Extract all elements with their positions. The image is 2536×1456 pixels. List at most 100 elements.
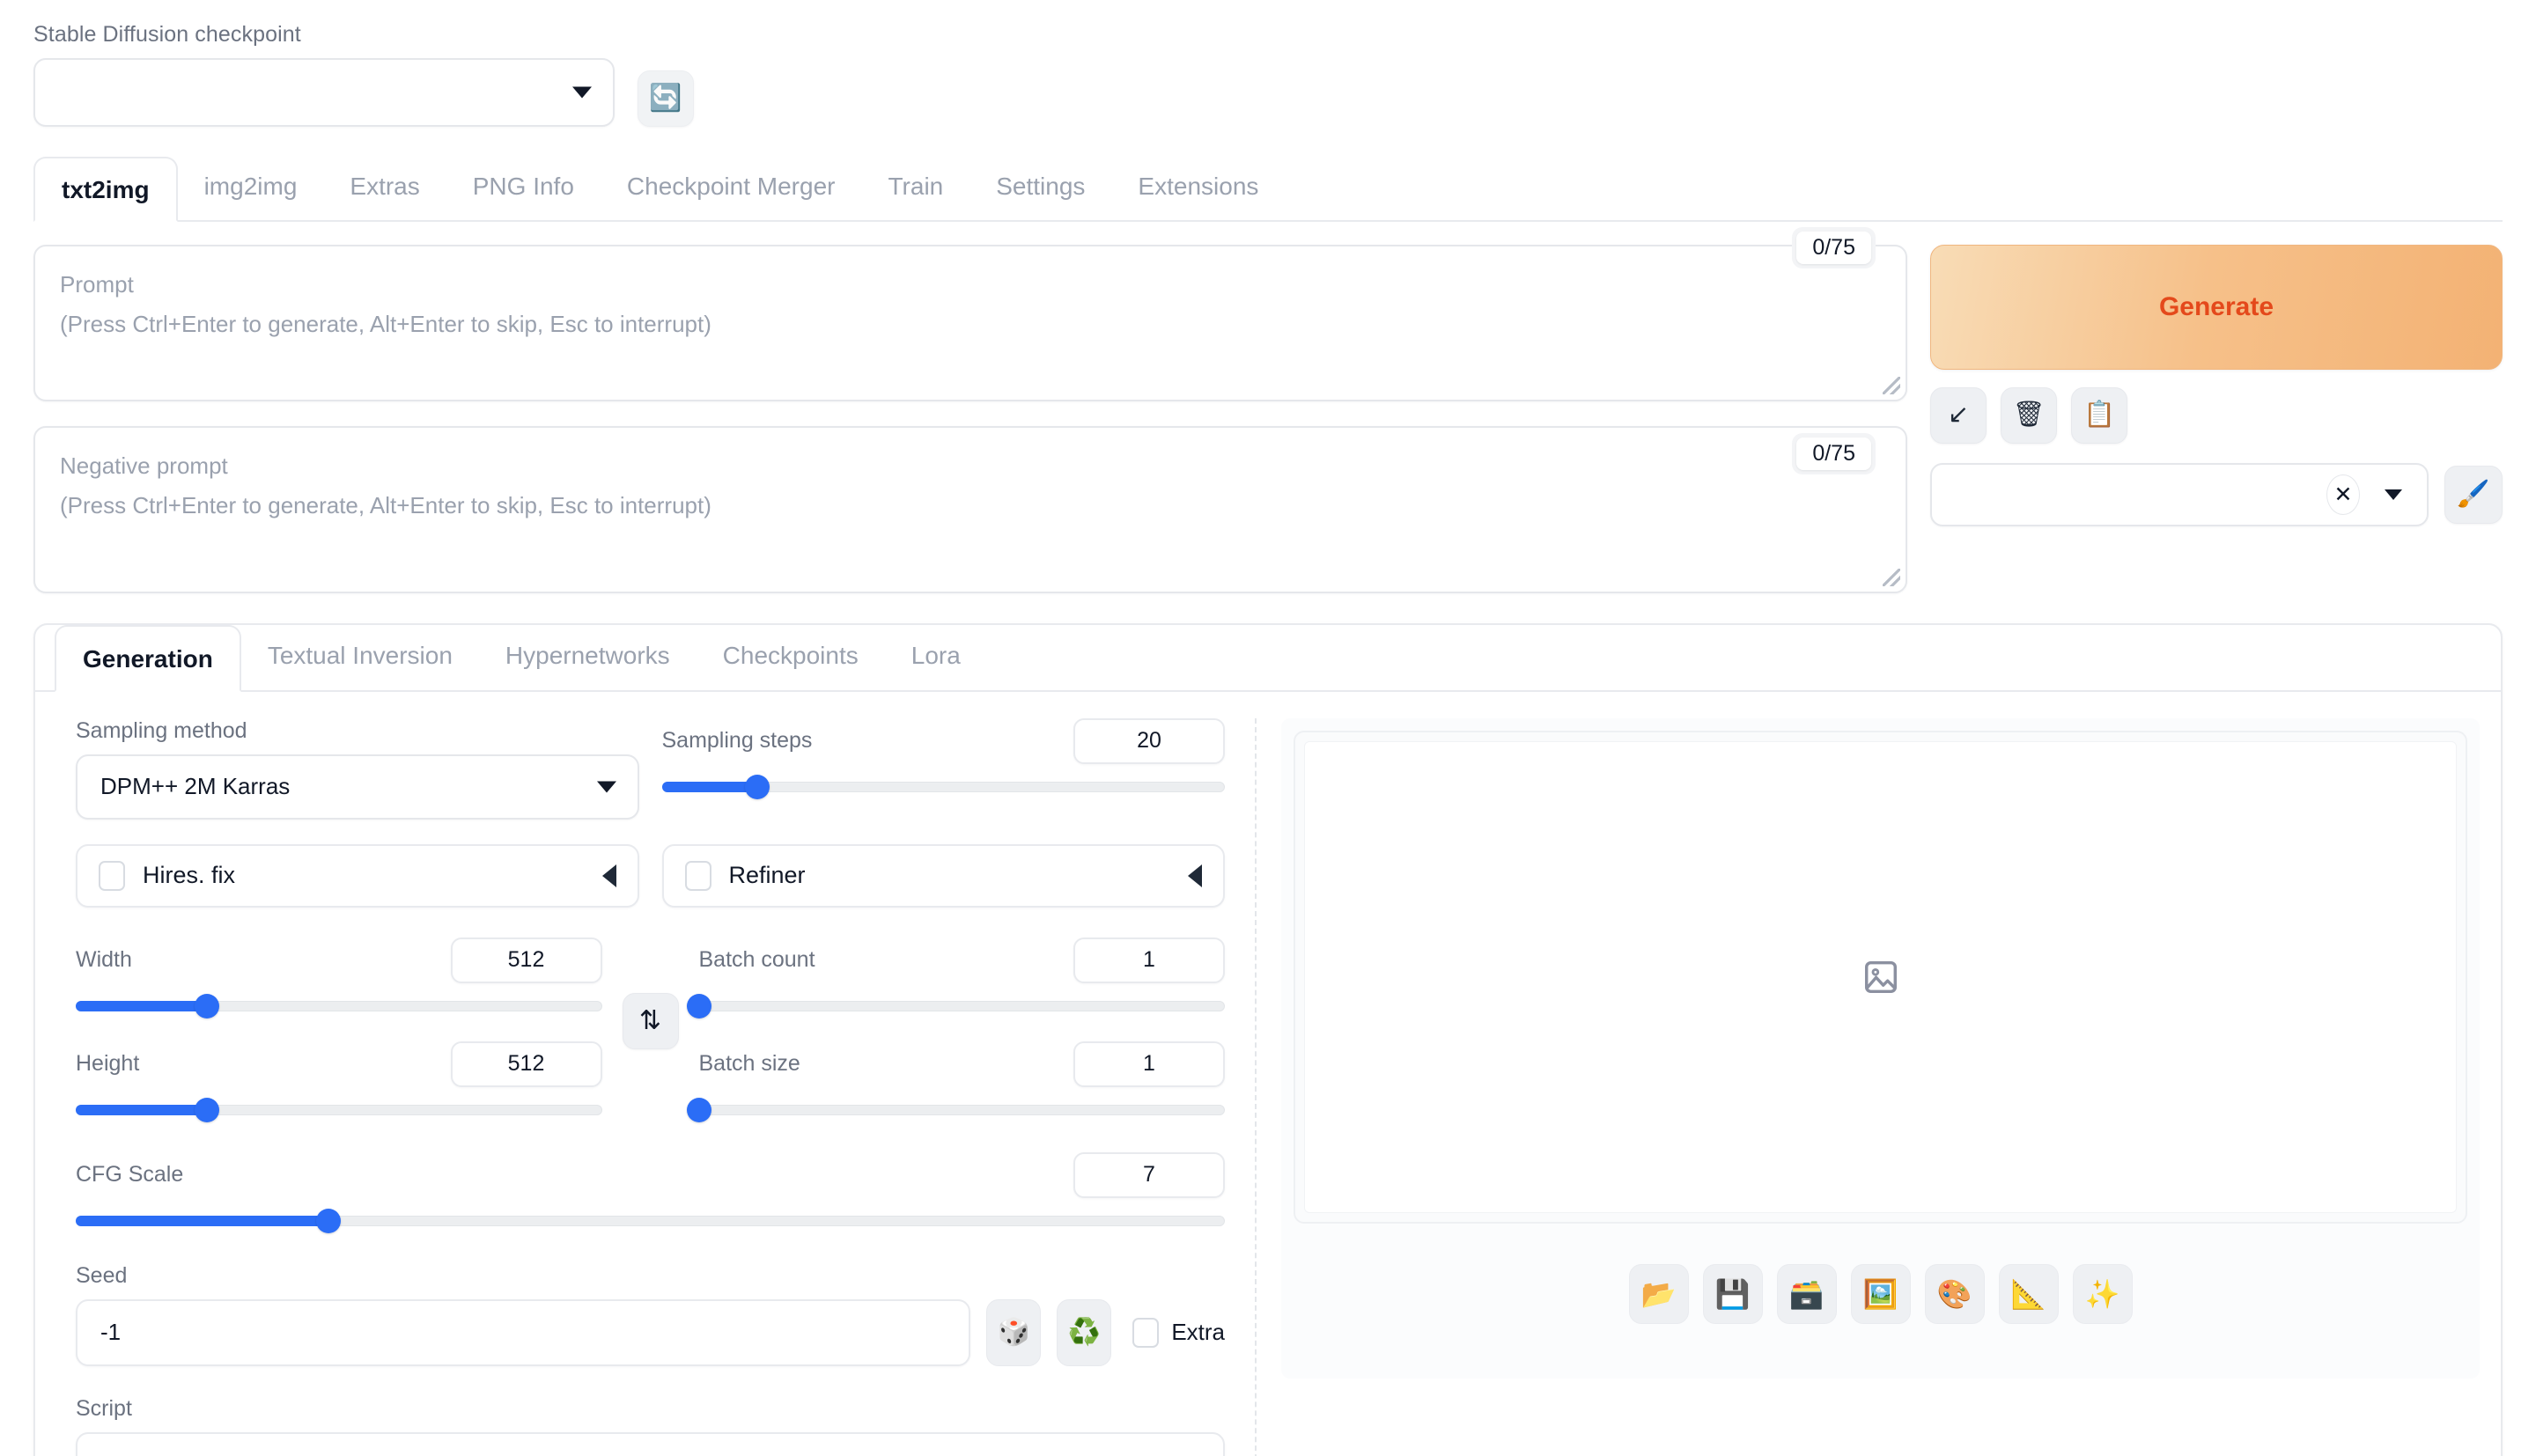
seed-extra-checkbox[interactable] bbox=[1132, 1317, 1160, 1348]
prompt-token-counter: 0/75 bbox=[1792, 226, 1876, 268]
height-slider[interactable] bbox=[76, 1096, 602, 1122]
slider-thumb[interactable] bbox=[745, 774, 770, 799]
send-to-extras-button[interactable]: 📐 bbox=[1998, 1263, 2059, 1324]
width-slider[interactable] bbox=[76, 992, 602, 1018]
sampling-method-group: Sampling method DPM++ 2M Karras bbox=[76, 718, 639, 820]
seed-group: Seed -1 🎲 ♻️ Extra bbox=[76, 1263, 1225, 1366]
chevron-down-icon bbox=[2385, 489, 2402, 500]
checkpoint-select[interactable] bbox=[33, 57, 615, 127]
sampling-steps-slider[interactable] bbox=[661, 773, 1225, 799]
main-tab-bar: txt2img img2img Extras PNG Info Checkpoi… bbox=[33, 155, 2503, 222]
slider-thumb[interactable] bbox=[195, 993, 220, 1018]
script-select[interactable]: None bbox=[76, 1431, 1225, 1456]
output-gallery[interactable] bbox=[1304, 740, 2457, 1213]
refiner-accordion[interactable]: Refiner bbox=[661, 843, 1225, 908]
chevron-left-icon[interactable] bbox=[1188, 864, 1202, 887]
tab-train[interactable]: Train bbox=[861, 155, 969, 220]
tab-png-info[interactable]: PNG Info bbox=[446, 155, 601, 220]
random-seed-button[interactable]: 🎲 bbox=[986, 1298, 1042, 1366]
slider-fill bbox=[661, 781, 758, 792]
slider-thumb[interactable] bbox=[195, 1097, 220, 1122]
read-generation-params-button[interactable]: 📋 bbox=[2071, 386, 2127, 444]
seed-label: Seed bbox=[76, 1262, 128, 1288]
batch-count-slider[interactable] bbox=[686, 992, 1225, 1018]
checkpoint-group: Stable Diffusion checkpoint bbox=[33, 22, 615, 127]
cfg-scale-label: CFG Scale bbox=[76, 1162, 184, 1187]
accordion-row: Hires. fix Refiner bbox=[76, 843, 1225, 908]
cfg-scale-slider[interactable] bbox=[76, 1207, 1225, 1233]
file-box-icon: 🗃️ bbox=[1788, 1277, 1825, 1310]
generate-button[interactable]: Generate bbox=[1930, 244, 2503, 370]
zip-button[interactable]: 🗃️ bbox=[1776, 1263, 1837, 1324]
refresh-icon: 🔄 bbox=[649, 83, 682, 113]
batch-size-value[interactable]: 1 bbox=[1073, 1041, 1225, 1087]
clear-styles-icon[interactable]: ✕ bbox=[2326, 474, 2360, 515]
controls-column: Sampling method DPM++ 2M Karras Sampling… bbox=[35, 717, 1255, 1456]
prompt-input[interactable]: Prompt (Press Ctrl+Enter to generate, Al… bbox=[33, 244, 1907, 401]
styles-dropdown[interactable]: ✕ bbox=[1930, 462, 2429, 526]
seed-extra-group: Extra bbox=[1132, 1317, 1225, 1348]
height-value[interactable]: 512 bbox=[450, 1041, 602, 1087]
dice-icon: 🎲 bbox=[997, 1318, 1030, 1347]
cfg-scale-value[interactable]: 7 bbox=[1073, 1151, 1225, 1198]
batch-size-slider[interactable] bbox=[686, 1096, 1225, 1122]
swap-dimensions-wrap: ⇅ bbox=[602, 938, 699, 1105]
slider-thumb[interactable] bbox=[686, 993, 711, 1018]
slider-thumb[interactable] bbox=[686, 1097, 711, 1122]
negative-prompt-input[interactable]: Negative prompt (Press Ctrl+Enter to gen… bbox=[33, 425, 1907, 593]
reuse-seed-button[interactable]: ♻️ bbox=[1057, 1298, 1112, 1366]
tab-extras[interactable]: Extras bbox=[323, 155, 446, 220]
output-gallery-shell bbox=[1294, 730, 2467, 1224]
open-folder-button[interactable]: 📂 bbox=[1628, 1263, 1689, 1324]
sampling-method-select[interactable]: DPM++ 2M Karras bbox=[76, 754, 639, 820]
resize-handle-icon[interactable] bbox=[1883, 568, 1900, 586]
seed-input[interactable]: -1 bbox=[76, 1298, 971, 1366]
send-to-img2img-button[interactable]: 🖼️ bbox=[1850, 1263, 1911, 1324]
chevron-down-icon bbox=[596, 781, 616, 792]
triangular-ruler-icon: 📐 bbox=[2010, 1277, 2046, 1310]
trash-icon: 🗑 bbox=[2012, 401, 2046, 429]
hires-fix-accordion[interactable]: Hires. fix bbox=[76, 843, 639, 908]
width-value[interactable]: 512 bbox=[450, 937, 602, 983]
sampling-steps-value[interactable]: 20 bbox=[1073, 717, 1225, 764]
refresh-checkpoints-button[interactable]: 🔄 bbox=[638, 70, 694, 127]
slider-fill bbox=[76, 1000, 208, 1011]
prompt-placeholder-hint: (Press Ctrl+Enter to generate, Alt+Enter… bbox=[60, 310, 711, 337]
batch-count-value[interactable]: 1 bbox=[1073, 937, 1225, 983]
prompt-placeholder-title: Prompt bbox=[60, 270, 134, 298]
negative-prompt-placeholder-hint: (Press Ctrl+Enter to generate, Alt+Enter… bbox=[60, 491, 711, 518]
edit-styles-button[interactable]: 🖌️ bbox=[2444, 465, 2503, 524]
sparkles-icon: ✨ bbox=[2084, 1277, 2120, 1310]
tab-textual-inversion[interactable]: Textual Inversion bbox=[241, 625, 479, 690]
output-toolbar: 📂 💾 🗃️ 🖼️ 🎨 📐 ✨ bbox=[1294, 1263, 2467, 1324]
tab-lora[interactable]: Lora bbox=[885, 625, 987, 690]
size-batch-row: Width 512 Height 512 ⇅ Batch count 1 Bat… bbox=[76, 937, 1225, 1122]
tab-settings[interactable]: Settings bbox=[969, 155, 1111, 220]
clear-prompt-button[interactable]: 🗑 bbox=[2001, 386, 2057, 444]
tab-hypernetworks[interactable]: Hypernetworks bbox=[479, 625, 697, 690]
refiner-checkbox[interactable] bbox=[684, 860, 711, 891]
tab-checkpoint-merger[interactable]: Checkpoint Merger bbox=[601, 155, 862, 220]
chevron-left-icon[interactable] bbox=[601, 864, 616, 887]
framed-picture-icon: 🖼️ bbox=[1862, 1277, 1898, 1310]
paintbrush-icon: 🖌️ bbox=[2457, 480, 2490, 509]
tab-img2img[interactable]: img2img bbox=[178, 155, 324, 220]
slider-thumb[interactable] bbox=[316, 1208, 342, 1233]
refiner-label: Refiner bbox=[728, 862, 806, 888]
slider-track bbox=[698, 1000, 1225, 1011]
tab-generation[interactable]: Generation bbox=[55, 624, 241, 692]
send-to-inpaint-button[interactable]: 🎨 bbox=[1924, 1263, 1985, 1324]
prompt-action-row: ↙ 🗑 📋 bbox=[1930, 386, 2503, 444]
save-button[interactable]: 💾 bbox=[1702, 1263, 1763, 1324]
resize-handle-icon[interactable] bbox=[1883, 376, 1900, 394]
tab-extensions[interactable]: Extensions bbox=[1111, 155, 1285, 220]
output-column: 📂 💾 🗃️ 🖼️ 🎨 📐 ✨ bbox=[1262, 717, 2501, 1456]
tab-txt2img[interactable]: txt2img bbox=[33, 156, 178, 222]
swap-dimensions-button[interactable]: ⇅ bbox=[622, 992, 679, 1049]
hires-fix-checkbox[interactable] bbox=[99, 860, 125, 891]
sampling-steps-group: Sampling steps 20 bbox=[661, 717, 1225, 820]
width-label: Width bbox=[76, 947, 132, 972]
restore-progress-button[interactable]: ↙ bbox=[1930, 386, 1987, 444]
upscale-button[interactable]: ✨ bbox=[2072, 1263, 2133, 1324]
tab-checkpoints[interactable]: Checkpoints bbox=[697, 625, 885, 690]
